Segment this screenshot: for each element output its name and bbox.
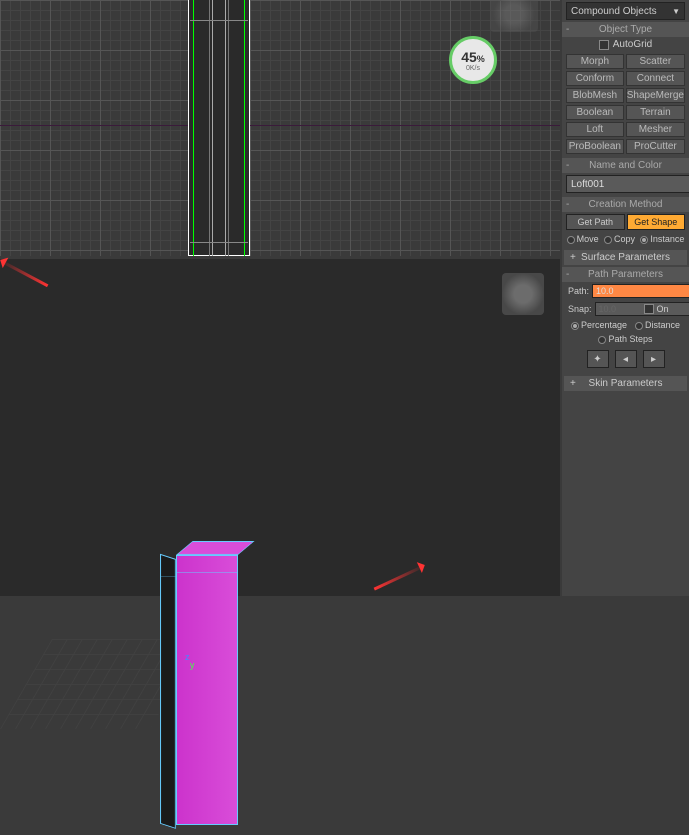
box-top-face	[176, 541, 255, 555]
axis-gizmo: z y	[185, 652, 197, 662]
snap-spinner: ▲ ▼	[595, 302, 641, 316]
guide-line	[209, 0, 210, 256]
autogrid-label: AutoGrid	[613, 39, 652, 50]
blobmesh-button[interactable]: BlobMesh	[566, 88, 624, 103]
object-type-buttons: Morph Scatter Conform Connect BlobMesh S…	[562, 52, 689, 156]
mesher-button[interactable]: Mesher	[626, 122, 685, 137]
guide-line	[228, 0, 229, 256]
section-title: Creation Method	[589, 199, 663, 210]
loft-object-3d[interactable]	[156, 535, 244, 835]
autogrid-checkbox[interactable]	[599, 40, 609, 50]
procutter-button[interactable]: ProCutter	[626, 139, 685, 154]
path-steps-radio[interactable]	[598, 336, 606, 344]
prev-icon[interactable]: ◂	[615, 350, 637, 368]
annotation-arrow	[0, 259, 48, 287]
object-type-header[interactable]: - Object Type	[562, 22, 689, 37]
conform-button[interactable]: Conform	[566, 71, 624, 86]
path-input[interactable]	[592, 284, 689, 298]
path-spinner: ▲ ▼	[592, 284, 689, 298]
collapse-icon: -	[566, 24, 569, 35]
loft-button[interactable]: Loft	[566, 122, 624, 137]
creation-method-header[interactable]: - Creation Method	[562, 197, 689, 212]
path-label: Path:	[568, 286, 589, 296]
connect-button[interactable]: Connect	[626, 71, 685, 86]
path-steps-row: Path Steps	[562, 332, 689, 346]
copy-radio[interactable]	[604, 236, 612, 244]
section-title: Surface Parameters	[581, 252, 670, 263]
autogrid-row: AutoGrid	[562, 37, 689, 52]
section-title: Name and Color	[589, 160, 662, 171]
annotation-arrow	[374, 564, 426, 590]
section-title: Skin Parameters	[589, 378, 663, 389]
creation-buttons: Get Path Get Shape	[562, 212, 689, 232]
path-parameters-header[interactable]: - Path Parameters	[562, 267, 689, 282]
guide-hline	[190, 20, 248, 21]
surface-parameters-header[interactable]: + Surface Parameters	[564, 250, 687, 265]
box-side-face	[160, 554, 176, 829]
get-shape-button[interactable]: Get Shape	[627, 214, 686, 230]
badge-unit: %	[477, 54, 485, 64]
get-path-button[interactable]: Get Path	[566, 214, 625, 230]
snap-row: Snap: ▲ ▼ On	[562, 300, 689, 318]
creation-radio-row: Move Copy Instance	[562, 232, 689, 246]
collapse-icon: -	[566, 199, 569, 210]
morph-button[interactable]: Morph	[566, 54, 624, 69]
name-row	[562, 173, 689, 195]
box-edge	[161, 576, 177, 577]
section-title: Object Type	[599, 24, 652, 35]
snap-label: Snap:	[568, 304, 592, 314]
distance-radio[interactable]	[635, 322, 643, 330]
guide-inner	[212, 0, 226, 256]
distance-label: Distance	[645, 320, 680, 330]
skin-parameters-header[interactable]: + Skin Parameters	[564, 376, 687, 391]
instance-radio[interactable]	[640, 236, 648, 244]
viewport-perspective[interactable]: z y	[0, 259, 560, 596]
snap-input[interactable]	[595, 302, 689, 316]
name-color-header[interactable]: - Name and Color	[562, 158, 689, 173]
boolean-button[interactable]: Boolean	[566, 105, 624, 120]
dropdown-label: Compound Objects	[571, 6, 657, 17]
progress-badge: 45% 0K/s	[449, 36, 497, 84]
axis-line	[0, 125, 560, 126]
proboolean-button[interactable]: ProBoolean	[566, 139, 624, 154]
command-panel: Compound Objects ▼ - Object Type AutoGri…	[562, 0, 689, 596]
object-name-input[interactable]	[566, 175, 689, 193]
expand-icon: +	[570, 252, 576, 263]
path-row: Path: ▲ ▼	[562, 282, 689, 300]
percentage-label: Percentage	[581, 320, 627, 330]
move-radio[interactable]	[567, 236, 575, 244]
viewcube-icon[interactable]	[502, 273, 544, 315]
path-steps-label: Path Steps	[608, 334, 652, 344]
copy-label: Copy	[614, 234, 635, 244]
viewcube-icon[interactable]	[490, 0, 538, 32]
viewports-area: 45% 0K/s z y	[0, 0, 560, 596]
collapse-icon: -	[566, 160, 569, 171]
badge-rate: 0K/s	[466, 65, 480, 72]
collapse-icon: -	[566, 269, 569, 280]
chevron-down-icon: ▼	[672, 7, 680, 16]
scatter-button[interactable]: Scatter	[626, 54, 685, 69]
viewport-top[interactable]: 45% 0K/s	[0, 0, 560, 256]
percentage-radio[interactable]	[571, 322, 579, 330]
category-dropdown[interactable]: Compound Objects ▼	[566, 2, 685, 20]
badge-value: 45	[461, 49, 477, 65]
terrain-button[interactable]: Terrain	[626, 105, 685, 120]
path-icon-row: ✦ ◂ ▸	[562, 346, 689, 372]
shapemerge-button[interactable]: ShapeMerge	[626, 88, 685, 103]
box-edge	[177, 572, 238, 573]
instance-label: Instance	[650, 234, 684, 244]
on-label: On	[657, 304, 669, 314]
expand-icon: +	[570, 378, 576, 389]
path-mode-row: Percentage Distance	[562, 318, 689, 332]
guide-hline	[190, 242, 248, 243]
on-checkbox[interactable]	[644, 304, 654, 314]
pick-icon[interactable]: ✦	[587, 350, 609, 368]
next-icon[interactable]: ▸	[643, 350, 665, 368]
move-label: Move	[577, 234, 599, 244]
section-title: Path Parameters	[588, 269, 663, 280]
